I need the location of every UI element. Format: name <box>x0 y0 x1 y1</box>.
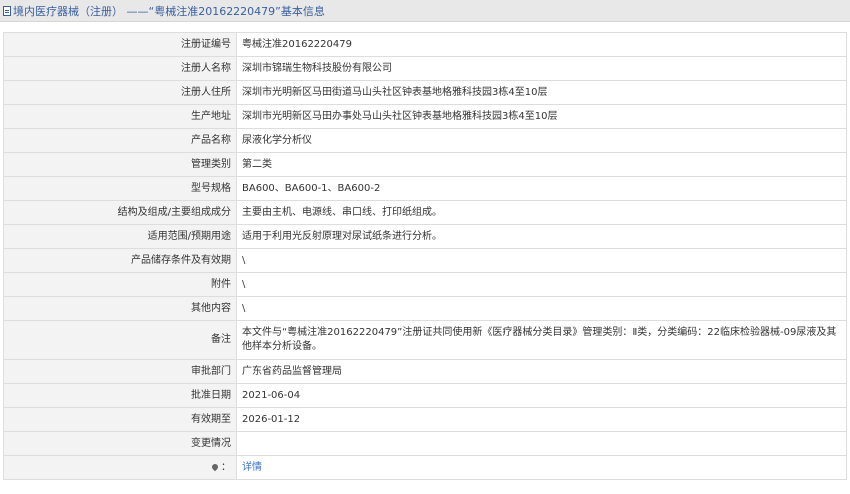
table-row: 产品储存条件及有效期 \ <box>3 248 847 273</box>
row-label: 注册人名称 <box>3 56 237 81</box>
info-table-container: 注册证编号 粤械注准20162220479 注册人名称 深圳市锦瑞生物科技股份有限公… <box>3 32 847 480</box>
location-pin-icon <box>210 462 220 471</box>
detail-link[interactable]: 详情 <box>242 462 262 473</box>
document-icon <box>3 5 11 16</box>
row-value <box>236 431 847 456</box>
table-row: 生产地址 深圳市光明新区马田办事处马山头社区钟表基地格雅科技园3栋4至10层 <box>3 104 847 129</box>
row-value: 本文件与“粤械注准20162220479”注册证共同使用新《医疗器械分类目录》管… <box>236 320 847 360</box>
row-label: 批准日期 <box>3 383 237 408</box>
row-value: 2026-01-12 <box>236 407 847 432</box>
row-value: 深圳市光明新区马田街道马山头社区钟表基地格雅科技园3栋4至10层 <box>236 80 847 105</box>
row-label: 产品名称 <box>3 128 237 153</box>
page-title: 境内医疗器械（注册） ——“粤械注准20162220479”基本信息 <box>13 4 325 18</box>
table-row: 批准日期 2021-06-04 <box>3 383 847 408</box>
table-row: 注册人住所 深圳市光明新区马田街道马山头社区钟表基地格雅科技园3栋4至10层 <box>3 80 847 105</box>
row-label: 附件 <box>3 272 237 297</box>
row-value: \ <box>236 272 847 297</box>
row-value: 第二类 <box>236 152 847 177</box>
row-value: 适用于利用光反射原理对尿试纸条进行分析。 <box>236 224 847 249</box>
row-label: 审批部门 <box>3 359 237 384</box>
table-row: 管理类别 第二类 <box>3 152 847 177</box>
row-value: BA600、BA600-1、BA600-2 <box>236 176 847 201</box>
row-label: 型号规格 <box>3 176 237 201</box>
row-label: 生产地址 <box>3 104 237 129</box>
table-row: 适用范围/预期用途 适用于利用光反射原理对尿试纸条进行分析。 <box>3 224 847 249</box>
row-label: 有效期至 <box>3 407 237 432</box>
row-value: 粤械注准20162220479 <box>236 32 847 57</box>
row-value: \ <box>236 296 847 321</box>
row-label: 备注 <box>3 320 237 360</box>
info-table: 注册证编号 粤械注准20162220479 注册人名称 深圳市锦瑞生物科技股份有限公… <box>3 32 847 480</box>
row-label: 产品储存条件及有效期 <box>3 248 237 273</box>
row-value: \ <box>236 248 847 273</box>
table-row: 注册证编号 粤械注准20162220479 <box>3 32 847 57</box>
table-row: 变更情况 <box>3 431 847 456</box>
table-row: 备注 本文件与“粤械注准20162220479”注册证共同使用新《医疗器械分类目录… <box>3 320 847 360</box>
row-value: 主要由主机、电源线、串口线、打印纸组成。 <box>236 200 847 225</box>
row-label: 管理类别 <box>3 152 237 177</box>
row-value: 尿液化学分析仪 <box>236 128 847 153</box>
table-row: 审批部门 广东省药品监督管理局 <box>3 359 847 384</box>
page-header: 境内医疗器械（注册） ——“粤械注准20162220479”基本信息 <box>0 0 850 22</box>
table-row: 型号规格 BA600、BA600-1、BA600-2 <box>3 176 847 201</box>
table-row: 其他内容 \ <box>3 296 847 321</box>
table-row: 产品名称 尿液化学分析仪 <box>3 128 847 153</box>
table-row: 注册人名称 深圳市锦瑞生物科技股份有限公司 <box>3 56 847 81</box>
row-label: 注册人住所 <box>3 80 237 105</box>
row-value: 2021-06-04 <box>236 383 847 408</box>
detail-row-label: ： <box>3 455 237 480</box>
table-row: 有效期至 2026-01-12 <box>3 407 847 432</box>
table-row: 结构及组成/主要组成成分 主要由主机、电源线、串口线、打印纸组成。 <box>3 200 847 225</box>
row-value: 深圳市光明新区马田办事处马山头社区钟表基地格雅科技园3栋4至10层 <box>236 104 847 129</box>
row-label: 结构及组成/主要组成成分 <box>3 200 237 225</box>
row-label: 变更情况 <box>3 431 237 456</box>
detail-row-value: 详情 <box>236 455 847 480</box>
row-value: 深圳市锦瑞生物科技股份有限公司 <box>236 56 847 81</box>
row-value: 广东省药品监督管理局 <box>236 359 847 384</box>
detail-row: ： 详情 <box>3 455 847 480</box>
row-label: 适用范围/预期用途 <box>3 224 237 249</box>
table-row: 附件 \ <box>3 272 847 297</box>
row-label: 其他内容 <box>3 296 237 321</box>
row-label: 注册证编号 <box>3 32 237 57</box>
